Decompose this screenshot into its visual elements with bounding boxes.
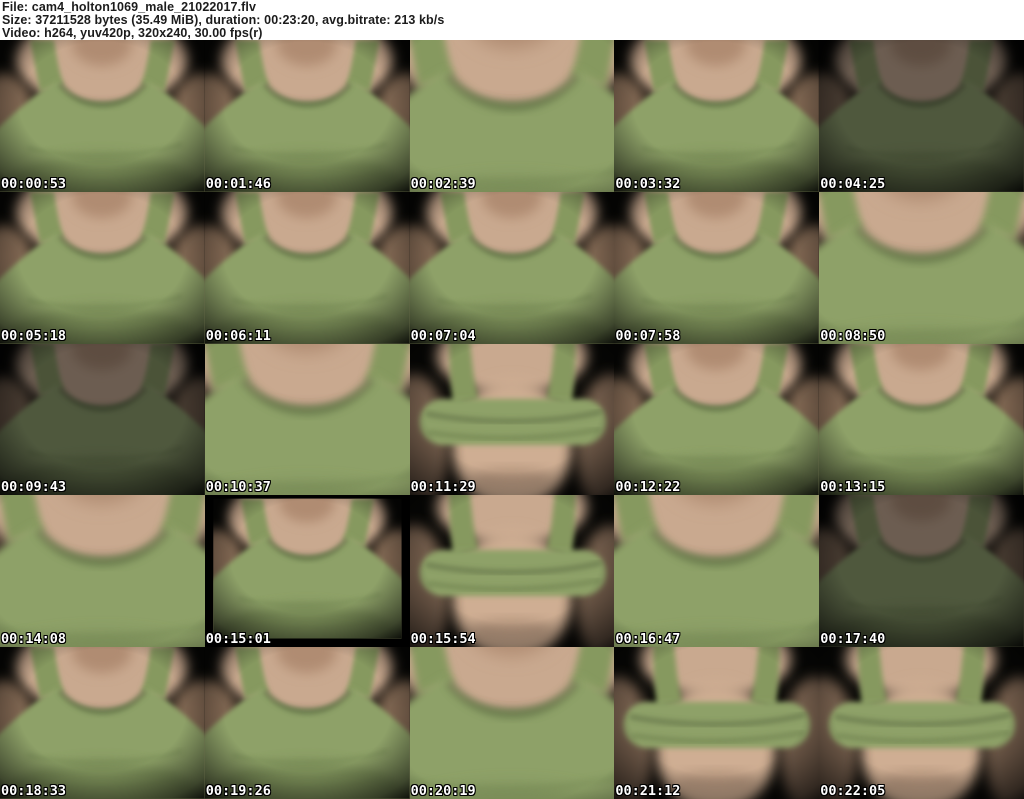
video-frame-image xyxy=(0,495,205,647)
video-thumbnail: 00:15:01 xyxy=(204,495,410,648)
video-frame-image xyxy=(205,344,410,496)
timestamp-label: 00:11:29 xyxy=(410,479,476,496)
video-thumbnail: 00:14:08 xyxy=(0,495,205,648)
video-codec-line: Video: h264, yuv420p, 320x240, 30.00 fps… xyxy=(2,25,263,40)
timestamp-label: 00:20:19 xyxy=(410,782,476,799)
timestamp-label: 00:06:11 xyxy=(205,327,271,344)
video-thumbnail: 00:06:11 xyxy=(204,191,410,344)
video-thumbnail: 00:01:46 xyxy=(204,40,410,192)
video-frame-image xyxy=(614,495,819,647)
video-thumbnail: 00:13:15 xyxy=(819,343,1024,496)
timestamp-label: 00:09:43 xyxy=(1,479,67,496)
video-frame-image xyxy=(0,192,205,344)
video-thumbnail: 00:05:18 xyxy=(0,191,205,344)
timestamp-label: 00:21:12 xyxy=(615,782,681,799)
video-thumbnail: 00:15:54 xyxy=(409,495,615,648)
timestamp-label: 00:03:32 xyxy=(615,175,681,192)
file-size-line: Size: 37211528 bytes (35.49 MiB), durati… xyxy=(2,12,445,27)
timestamp-label: 00:08:50 xyxy=(820,327,886,344)
video-frame-image xyxy=(614,344,819,496)
video-thumbnail: 00:20:19 xyxy=(409,647,615,799)
video-frame-image xyxy=(614,647,819,799)
video-thumbnail: 00:04:25 xyxy=(819,40,1024,192)
video-frame-image xyxy=(819,495,1024,647)
video-thumbnail: 00:19:26 xyxy=(204,647,410,799)
video-thumbnail: 00:08:50 xyxy=(819,191,1024,344)
timestamp-label: 00:10:37 xyxy=(205,479,271,496)
video-thumbnail: 00:16:47 xyxy=(614,495,820,648)
video-frame-image xyxy=(819,40,1024,192)
video-frame-image xyxy=(410,495,615,647)
video-thumbnail: 00:07:04 xyxy=(409,191,615,344)
video-thumbnail: 00:22:05 xyxy=(819,647,1024,799)
timestamp-label: 00:04:25 xyxy=(820,175,886,192)
video-thumbnail: 00:10:37 xyxy=(204,343,410,496)
timestamp-label: 00:17:40 xyxy=(820,631,886,648)
video-frame-image xyxy=(614,192,819,344)
video-thumbnail: 00:21:12 xyxy=(614,647,820,799)
video-thumbnail: 00:11:29 xyxy=(409,343,615,496)
timestamp-label: 00:16:47 xyxy=(615,631,681,648)
video-frame-image xyxy=(410,192,615,344)
timestamp-label: 00:00:53 xyxy=(1,175,67,192)
video-frame-image xyxy=(0,40,205,192)
video-frame-image xyxy=(205,647,410,799)
video-thumbnail: 00:09:43 xyxy=(0,343,205,496)
video-thumbnail: 00:00:53 xyxy=(0,40,205,192)
video-thumbnail: 00:02:39 xyxy=(409,40,615,192)
file-info-header: File: cam4_holton1069_male_21022017.flv … xyxy=(0,0,1024,40)
video-frame-image xyxy=(614,40,819,192)
video-frame-image xyxy=(819,192,1024,344)
video-frame-image xyxy=(819,344,1024,496)
timestamp-label: 00:05:18 xyxy=(1,327,67,344)
video-frame-image xyxy=(410,40,615,192)
thumbnail-grid: 00:00:53 00:01:46 00:02:39 00:03:32 00:0… xyxy=(0,40,1024,799)
video-thumbnail: 00:07:58 xyxy=(614,191,820,344)
file-name-line: File: cam4_holton1069_male_21022017.flv xyxy=(2,0,257,14)
timestamp-label: 00:19:26 xyxy=(205,782,271,799)
timestamp-label: 00:18:33 xyxy=(1,782,67,799)
video-frame-image xyxy=(410,344,615,496)
contact-sheet: { "header": { "lines": [ "File: cam4_hol… xyxy=(0,0,1024,799)
video-thumbnail: 00:18:33 xyxy=(0,647,205,799)
timestamp-label: 00:15:01 xyxy=(205,631,271,648)
timestamp-label: 00:22:05 xyxy=(820,782,886,799)
timestamp-label: 00:02:39 xyxy=(410,175,476,192)
video-frame-image xyxy=(213,499,401,639)
video-frame-image xyxy=(0,344,205,496)
video-frame-image xyxy=(819,647,1024,799)
timestamp-label: 00:12:22 xyxy=(615,479,681,496)
video-thumbnail: 00:17:40 xyxy=(819,495,1024,648)
timestamp-label: 00:07:04 xyxy=(410,327,476,344)
timestamp-label: 00:07:58 xyxy=(615,327,681,344)
video-frame-image xyxy=(0,647,205,799)
video-thumbnail: 00:12:22 xyxy=(614,343,820,496)
video-thumbnail: 00:03:32 xyxy=(614,40,820,192)
timestamp-label: 00:14:08 xyxy=(1,631,67,648)
timestamp-label: 00:13:15 xyxy=(820,479,886,496)
video-frame-image xyxy=(410,647,615,799)
timestamp-label: 00:15:54 xyxy=(410,631,476,648)
video-frame-image xyxy=(205,192,410,344)
video-frame-image xyxy=(205,40,410,192)
timestamp-label: 00:01:46 xyxy=(205,175,271,192)
